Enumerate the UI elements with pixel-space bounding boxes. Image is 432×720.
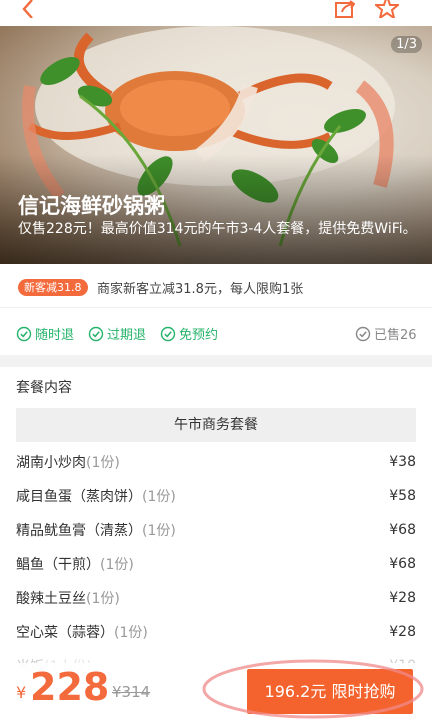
package-item: 咸目鱼蛋（蒸肉饼）(1份) ¥58 <box>16 488 416 505</box>
package-item: 空心菜（蒜蓉）(1份) ¥28 <box>16 624 416 641</box>
chevron-left-icon[interactable] <box>18 0 38 18</box>
package-item: 精品鱿鱼膏（清蒸）(1份) ¥68 <box>16 522 416 539</box>
star-icon[interactable] <box>375 0 399 18</box>
current-price: 228 <box>30 665 110 709</box>
buy-now-button[interactable]: 196.2元 限时抢购 <box>247 669 413 714</box>
guarantee-row: 随时退 过期退 免预约 已售26 <box>0 309 432 355</box>
deal-description: 仅售228元！最高价值314元的午市3-4人套餐，提供免费WiFi。 <box>18 221 417 237</box>
share-icon[interactable] <box>334 0 358 18</box>
original-price: ¥314 <box>112 683 151 701</box>
guarantee-refund-expired: 过期退 <box>88 324 146 343</box>
guarantee-refund-anytime: 随时退 <box>16 324 74 343</box>
check-circle-icon <box>16 326 32 341</box>
package-item-list: 湖南小炒肉(1份) ¥38 咸目鱼蛋（蒸肉饼）(1份) ¥58 精品鱿鱼膏（清蒸… <box>16 445 416 683</box>
promo-text: 商家新客立减31.8元，每人限购1张 <box>97 282 304 297</box>
check-circle-icon <box>88 326 104 341</box>
bottom-purchase-bar: ¥ 228 ¥314 196.2元 限时抢购 <box>0 663 432 720</box>
package-item: 湖南小炒肉(1份) ¥38 <box>16 454 416 471</box>
package-section-title: 套餐内容 <box>16 380 72 396</box>
check-circle-icon <box>160 326 176 341</box>
deal-title: 信记海鲜砂锅粥 <box>18 194 165 218</box>
top-nav-bar <box>0 0 432 26</box>
guarantee-no-reservation: 免预约 <box>160 324 218 343</box>
sold-count: 已售26 <box>355 324 417 343</box>
promo-row[interactable]: 新客减31.8 商家新客立减31.8元，每人限购1张 <box>0 264 432 308</box>
package-name: 午市商务套餐 <box>16 408 416 442</box>
hero-image[interactable]: 1/3 信记海鲜砂锅粥 仅售228元！最高价值314元的午市3-4人套餐，提供免… <box>0 26 432 264</box>
check-circle-icon <box>355 326 371 341</box>
promo-badge: 新客减31.8 <box>18 279 88 296</box>
package-item: 鲳鱼（干煎）(1份) ¥68 <box>16 556 416 573</box>
section-divider <box>0 355 432 367</box>
package-item: 酸辣土豆丝(1份) ¥28 <box>16 590 416 607</box>
currency-symbol: ¥ <box>16 683 27 702</box>
image-page-indicator: 1/3 <box>391 36 422 53</box>
